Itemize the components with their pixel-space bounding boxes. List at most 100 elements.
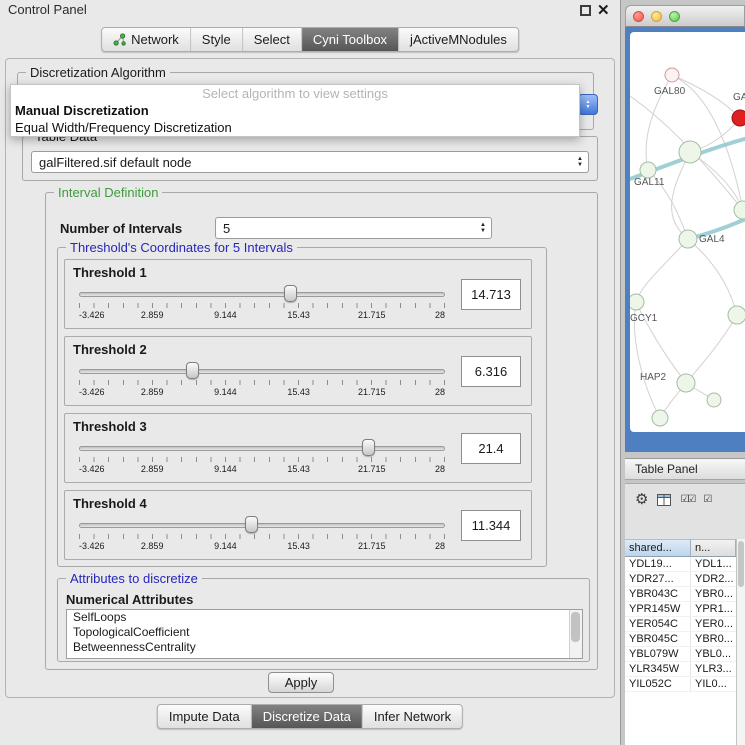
window-title: Control Panel [8, 2, 87, 17]
network-node[interactable] [630, 294, 644, 310]
tab-network[interactable]: Network [102, 28, 191, 51]
slider-thumb[interactable] [362, 439, 375, 456]
combo-arrows-icon: ▲▼ [577, 156, 583, 168]
table-cell[interactable]: YER054C [625, 617, 691, 631]
threshold-3-value-field[interactable]: 21.4 [461, 433, 521, 464]
tab-label: Infer Network [374, 709, 451, 724]
network-node[interactable] [652, 410, 668, 426]
threshold-2-slider[interactable]: -3.426 2.859 9.144 15.43 21.715 28 [79, 362, 445, 404]
table-cell[interactable]: YLR345W [625, 662, 691, 676]
threshold-1-value-field[interactable]: 14.713 [461, 279, 521, 310]
scrollbar-thumb[interactable] [738, 541, 744, 587]
table-data-combo[interactable]: galFiltered.sif default node ▲▼ [31, 151, 589, 173]
tab-style[interactable]: Style [191, 28, 243, 51]
network-node[interactable] [707, 393, 721, 407]
float-window-icon[interactable] [580, 5, 591, 16]
column-header-shared-name[interactable]: shared... [625, 539, 691, 557]
table-cell[interactable]: YIL0... [691, 677, 736, 691]
threshold-2-panel: Threshold 2 -3.426 2.859 9.144 15.43 21.… [64, 336, 532, 406]
table-cell[interactable]: YBR0... [691, 587, 736, 601]
slider-thumb[interactable] [186, 362, 199, 379]
algorithm-combo-stepper-button[interactable]: ▲ ▼ [578, 94, 598, 115]
scale-tick-label: -3.426 [79, 310, 105, 320]
network-node[interactable] [640, 162, 656, 178]
close-traffic-light[interactable] [633, 11, 644, 22]
table-row[interactable]: YBR045CYBR0... [625, 632, 736, 647]
network-node[interactable] [728, 306, 745, 324]
tab-infer-network[interactable]: Infer Network [363, 705, 462, 728]
network-node[interactable] [679, 230, 697, 248]
network-node[interactable] [677, 374, 695, 392]
table-cell[interactable]: YBR0... [691, 632, 736, 646]
minimize-traffic-light[interactable] [651, 11, 662, 22]
slider-scale: -3.426 2.859 9.144 15.43 21.715 28 [79, 387, 445, 399]
table-row[interactable]: YIL052CYIL0... [625, 677, 736, 692]
network-node-red[interactable] [732, 110, 745, 126]
scale-tick-label: 15.43 [287, 310, 310, 320]
slider-thumb[interactable] [284, 285, 297, 302]
gear-icon[interactable]: ⚙ [635, 492, 648, 507]
table-row[interactable]: YDR27...YDR2... [625, 572, 736, 587]
table-cell[interactable]: YBL079W [625, 647, 691, 661]
columns-icon[interactable] [657, 494, 671, 506]
tab-jactivemnodules[interactable]: jActiveMNodules [399, 28, 518, 51]
apply-button[interactable]: Apply [268, 672, 334, 693]
tab-select[interactable]: Select [243, 28, 302, 51]
table-cell[interactable]: YPR1... [691, 602, 736, 616]
table-cell[interactable]: YBL0... [691, 647, 736, 661]
attributes-list[interactable]: SelfLoops TopologicalCoefficient Between… [66, 609, 583, 659]
table-cell[interactable]: YDR2... [691, 572, 736, 586]
table-scrollbar[interactable] [736, 539, 745, 745]
threshold-1-slider[interactable]: -3.426 2.859 9.144 15.43 21.715 28 [79, 285, 445, 327]
table-row[interactable]: YER054CYER0... [625, 617, 736, 632]
scrollbar-thumb[interactable] [571, 612, 580, 642]
threshold-4-value-field[interactable]: 11.344 [461, 510, 521, 541]
combo-value: galFiltered.sif default node [39, 155, 191, 170]
slider-track[interactable] [79, 523, 445, 528]
attributes-list-scrollbar[interactable] [569, 610, 582, 658]
tab-cyni-toolbox[interactable]: Cyni Toolbox [302, 28, 399, 51]
number-of-intervals-combo[interactable]: 5 ▲▼ [215, 217, 492, 239]
table-cell[interactable]: YER0... [691, 617, 736, 631]
tab-discretize-data[interactable]: Discretize Data [252, 705, 363, 728]
network-node[interactable] [679, 141, 701, 163]
close-icon[interactable]: ✕ [597, 1, 610, 19]
table-row[interactable]: YLR345WYLR3... [625, 662, 736, 677]
table-cell[interactable]: YLR3... [691, 662, 736, 676]
table-cell[interactable]: YDR27... [625, 572, 691, 586]
list-item[interactable]: BetweennessCentrality [67, 640, 582, 655]
network-node[interactable] [734, 201, 745, 219]
table-row[interactable]: YPR145WYPR1... [625, 602, 736, 617]
table-row[interactable]: YDL19...YDL1... [625, 557, 736, 572]
clear-selection-icon[interactable]: ☑ [703, 494, 712, 505]
table-cell[interactable]: YIL052C [625, 677, 691, 691]
zoom-traffic-light[interactable] [669, 11, 680, 22]
scale-tick-label: -3.426 [79, 541, 105, 551]
table-row[interactable]: YBL079WYBL0... [625, 647, 736, 662]
threshold-2-value-field[interactable]: 6.316 [461, 356, 521, 387]
table-row[interactable]: YBR043CYBR0... [625, 587, 736, 602]
tab-impute-data[interactable]: Impute Data [158, 705, 252, 728]
table-panel-window: ⚙ ☑☑ ☑ shared... n... YDL19...YDL1... YD… [625, 483, 745, 745]
threshold-4-slider[interactable]: -3.426 2.859 9.144 15.43 21.715 28 [79, 516, 445, 558]
dropdown-option-manual-discretization[interactable]: Manual Discretization [11, 102, 579, 119]
list-item[interactable]: TopologicalCoefficient [67, 625, 582, 640]
network-window-titlebar[interactable] [625, 5, 745, 27]
table-cell[interactable]: YDL19... [625, 557, 691, 571]
table-cell[interactable]: YDL1... [691, 557, 736, 571]
table-cell[interactable]: YBR045C [625, 632, 691, 646]
scale-tick-label: 2.859 [141, 387, 164, 397]
table-cell[interactable]: YBR043C [625, 587, 691, 601]
network-canvas[interactable]: GAL80 GAL11 GAL4 GCY1 HAP2 GAL [630, 32, 745, 432]
threshold-3-slider[interactable]: -3.426 2.859 9.144 15.43 21.715 28 [79, 439, 445, 481]
select-all-rows-icon[interactable]: ☑☑ [680, 494, 694, 505]
table-cell[interactable]: YPR145W [625, 602, 691, 616]
slider-track[interactable] [79, 369, 445, 374]
slider-track[interactable] [79, 292, 445, 297]
network-node[interactable] [665, 68, 679, 82]
slider-track[interactable] [79, 446, 445, 451]
column-header-name[interactable]: n... [691, 539, 736, 557]
dropdown-option-equal-width-frequency[interactable]: Equal Width/Frequency Discretization [11, 119, 579, 136]
list-item[interactable]: SelfLoops [67, 610, 582, 625]
slider-thumb[interactable] [245, 516, 258, 533]
